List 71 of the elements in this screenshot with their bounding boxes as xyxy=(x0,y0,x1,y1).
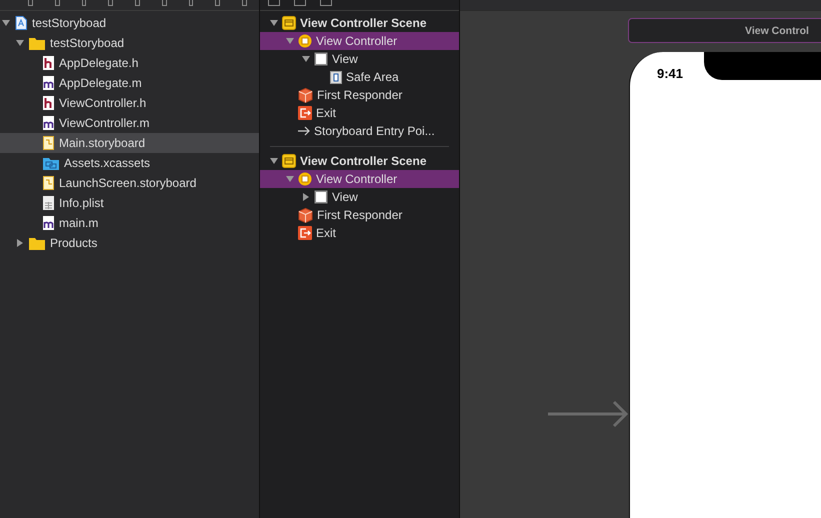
scene-title-bar[interactable]: View Control xyxy=(628,18,821,43)
outline-item[interactable]: Exit xyxy=(260,104,459,122)
exit-icon xyxy=(298,106,312,120)
source-file-icon xyxy=(43,116,54,130)
toolbar-icon[interactable] xyxy=(268,0,280,6)
file-item[interactable]: Main.storyboard xyxy=(0,133,259,153)
disclosure-triangle-icon[interactable] xyxy=(286,175,294,183)
plist-file-icon xyxy=(43,196,54,210)
toolbar-icon[interactable] xyxy=(54,0,60,6)
disclosure-triangle-icon[interactable] xyxy=(16,39,24,47)
toolbar-icon[interactable] xyxy=(215,0,220,6)
toolbar-icon[interactable] xyxy=(162,0,167,6)
outline-item[interactable]: Safe Area xyxy=(260,68,459,86)
header-file-icon xyxy=(43,96,54,110)
toolbar-icon[interactable] xyxy=(188,0,194,6)
assets-folder-icon xyxy=(43,156,59,170)
toolbar-icon[interactable] xyxy=(294,0,306,6)
toolbar-icon[interactable] xyxy=(82,0,86,6)
disclosure-triangle-icon[interactable] xyxy=(302,193,310,201)
file-item[interactable]: LaunchScreen.storyboard xyxy=(0,173,259,193)
disclosure-triangle-icon[interactable] xyxy=(286,37,294,45)
folder-icon xyxy=(29,36,45,50)
cube-icon xyxy=(298,88,313,102)
file-item[interactable]: Products xyxy=(0,233,259,253)
toolbar-icon[interactable] xyxy=(108,0,114,6)
file-item[interactable]: ViewController.m xyxy=(0,113,259,133)
safe-area-icon xyxy=(330,70,342,84)
toolbar-icon[interactable] xyxy=(135,0,140,6)
disclosure-triangle-icon[interactable] xyxy=(2,19,10,27)
file-item[interactable]: Assets.xcassets xyxy=(0,153,259,173)
status-time: 9:41 xyxy=(657,66,684,81)
view-icon xyxy=(314,190,328,204)
source-file-icon xyxy=(43,216,54,230)
disclosure-triangle-icon[interactable] xyxy=(16,239,24,247)
disclosure-triangle-icon[interactable] xyxy=(302,55,310,63)
folder-icon xyxy=(29,236,45,250)
scene-icon xyxy=(282,154,296,168)
exit-icon xyxy=(298,226,312,240)
outline-item[interactable]: Storyboard Entry Poi... xyxy=(260,122,459,140)
toolbar-icon[interactable] xyxy=(28,0,33,6)
file-item[interactable]: testStoryboad xyxy=(0,13,259,33)
scene-item[interactable]: View Controller Scene xyxy=(260,152,459,170)
project-file-icon xyxy=(15,16,27,30)
header-file-icon xyxy=(43,56,54,70)
scene-icon xyxy=(282,16,296,30)
storyboard-file-icon xyxy=(43,136,54,150)
view-controller-icon xyxy=(298,34,312,48)
outline-item[interactable]: Exit xyxy=(260,224,459,242)
file-item[interactable]: ViewController.h xyxy=(0,93,259,113)
arrow-icon xyxy=(298,126,310,136)
scene-item[interactable]: View Controller Scene xyxy=(260,14,459,32)
disclosure-triangle-icon[interactable] xyxy=(270,19,278,27)
file-item[interactable]: AppDelegate.h xyxy=(0,53,259,73)
file-item[interactable]: testStoryboad xyxy=(0,33,259,53)
view-icon xyxy=(314,52,328,66)
file-item[interactable]: AppDelegate.m xyxy=(0,73,259,93)
source-file-icon xyxy=(43,76,54,90)
outline-item[interactable]: View xyxy=(260,188,459,206)
outline-item[interactable]: View xyxy=(260,50,459,68)
view-controller-icon xyxy=(298,172,312,186)
toolbar-icon[interactable] xyxy=(242,0,248,6)
toolbar-icon[interactable] xyxy=(320,0,332,6)
file-item[interactable]: Info.plist xyxy=(0,193,259,213)
disclosure-triangle-icon[interactable] xyxy=(270,157,278,165)
outline-item[interactable]: First Responder xyxy=(260,206,459,224)
storyboard-file-icon xyxy=(43,176,54,190)
outline-item[interactable]: View Controller xyxy=(260,32,459,50)
file-item[interactable]: main.m xyxy=(0,213,259,233)
cube-icon xyxy=(298,208,313,222)
outline-item[interactable]: First Responder xyxy=(260,86,459,104)
outline-item[interactable]: View Controller xyxy=(260,170,459,188)
